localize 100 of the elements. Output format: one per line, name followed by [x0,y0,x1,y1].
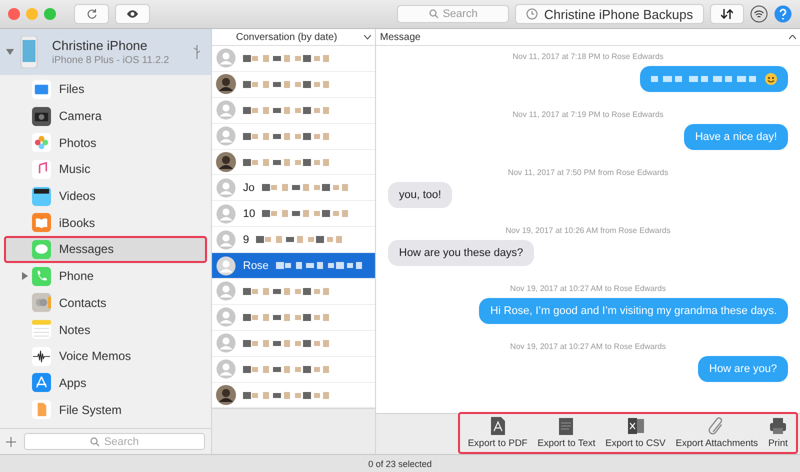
disclosure-triangle-icon[interactable] [22,272,28,280]
clapperboard-icon [32,186,51,206]
conversation-row[interactable] [212,356,375,383]
history-icon [526,8,538,20]
camera-icon [32,106,51,126]
contact-name: Rose [243,260,269,272]
sidebar-item[interactable]: iBooks [0,209,211,236]
chat-bubble-icon [32,240,51,259]
column-title: Conversation (by date) [235,32,338,42]
sidebar-item[interactable]: Videos [0,182,211,210]
conversation-row[interactable] [212,382,375,408]
message-timestamp: Nov 19, 2017 at 10:27 AM to Rose Edwards [509,284,667,293]
sidebar-item[interactable]: Music [0,156,211,183]
music-note-icon [32,160,51,179]
sidebar-item[interactable]: Apps [0,370,211,396]
avatar-icon [216,281,236,302]
export-button[interactable]: Export to CSV [603,416,668,450]
column-title: Message [380,32,421,42]
document-icon [32,400,51,420]
contact-name: 9 [243,234,250,246]
device-detail: iPhone 8 Plus - iOS 11.2.2 [52,55,170,66]
search-placeholder: Search [442,8,478,20]
phone-device-icon [20,36,38,68]
conversation-row[interactable] [212,46,375,72]
received-message-bubble: you, too! [388,182,452,208]
folder-icon [32,80,51,99]
sidebar-item[interactable]: Phone [0,262,211,290]
contact-name: 10 [243,208,256,220]
sidebar-item[interactable]: Camera [0,102,211,130]
sidebar-item[interactable]: Messages [4,236,207,263]
sidebar-item[interactable]: File System [0,396,211,423]
refresh-button[interactable] [74,4,109,24]
chevron-up-icon [789,34,796,40]
wifi-icon[interactable] [750,5,768,23]
avatar-icon [216,178,236,198]
avatar-icon [216,359,236,380]
sidebar-label: Apps [59,376,86,390]
avatar-icon [216,204,236,224]
avatar-icon [216,385,236,406]
device-name: Christine iPhone [52,38,148,53]
sidebar-label: Voice Memos [59,349,132,364]
conversation-row[interactable] [212,279,375,305]
avatar-icon [216,48,236,68]
contacts-icon [32,293,51,312]
transfer-button[interactable] [710,4,744,24]
message-timestamp: Nov 19, 2017 at 10:27 AM to Rose Edwards [509,342,667,351]
chevron-down-icon [364,34,371,40]
avatar-icon [216,152,236,172]
selection-count: 0 of 23 selected [368,458,432,468]
sidebar-item[interactable]: Contacts [0,290,211,316]
export-button[interactable]: Export to Text [536,416,598,450]
message-column-header[interactable]: Message [376,29,800,46]
sidebar-item[interactable]: Notes [0,316,211,343]
sidebar-label: Music [59,162,90,176]
message-timestamp: Nov 19, 2017 at 10:26 AM from Rose Edwards [504,226,672,235]
avatar-icon [216,74,236,94]
eye-icon [126,9,139,19]
conversation-row[interactable] [212,98,375,124]
sidebar-item[interactable]: Files [0,76,211,103]
flower-icon [32,133,51,152]
refresh-icon [86,8,98,20]
conversation-row[interactable] [212,304,375,331]
conversation-row[interactable] [212,72,375,98]
contact-name: Jo [243,182,255,194]
conversation-row[interactable] [212,330,375,357]
avatar-icon [216,256,236,276]
sidebar-label: Files [59,82,84,96]
help-icon[interactable] [774,5,792,23]
sidebar-label: iBooks [59,216,96,230]
search-placeholder: Search [104,436,139,448]
avatar-icon [216,307,236,328]
sidebar-label: Photos [59,136,96,150]
sidebar-item[interactable]: Voice Memos [0,342,211,370]
device-header[interactable]: Christine iPhone iPhone 8 Plus - iOS 11.2.2 [0,29,211,75]
arrows-icon [721,9,733,19]
sent-message-bubble: Have a nice day! [684,124,788,150]
sidebar-item[interactable]: Photos [0,129,211,156]
printer-icon [768,416,788,436]
search-icon [428,9,439,19]
sent-message-bubble: How are you? [698,356,788,382]
waveform-icon [32,346,51,366]
received-message-bubble: How are you these days? [388,240,534,266]
message-timestamp: Nov 11, 2017 at 7:19 PM to Rose Edwards [511,110,665,119]
conversation-row[interactable] [212,124,375,150]
backups-button[interactable]: Christine iPhone Backups [515,4,704,24]
disclosure-triangle-icon[interactable] [6,48,14,56]
notepad-icon [32,320,51,340]
export-button[interactable]: Export to PDF [466,416,530,450]
sidebar-label: File System [59,402,122,417]
conversation-row[interactable] [212,150,375,176]
usb-icon [193,45,201,59]
conversation-row[interactable]: Rose [212,253,375,280]
message-timestamp: Nov 11, 2017 at 7:50 PM from Rose Edwards [506,168,670,177]
export-button[interactable]: Print [766,416,790,450]
sidebar-label: Notes [59,322,90,337]
preview-button[interactable] [115,4,150,24]
message-timestamp: Nov 11, 2017 at 7:18 PM to Rose Edwards [511,52,665,61]
add-icon[interactable] [6,436,16,446]
export-button[interactable]: Export Attachments [674,416,760,450]
avatar-icon [216,100,236,120]
